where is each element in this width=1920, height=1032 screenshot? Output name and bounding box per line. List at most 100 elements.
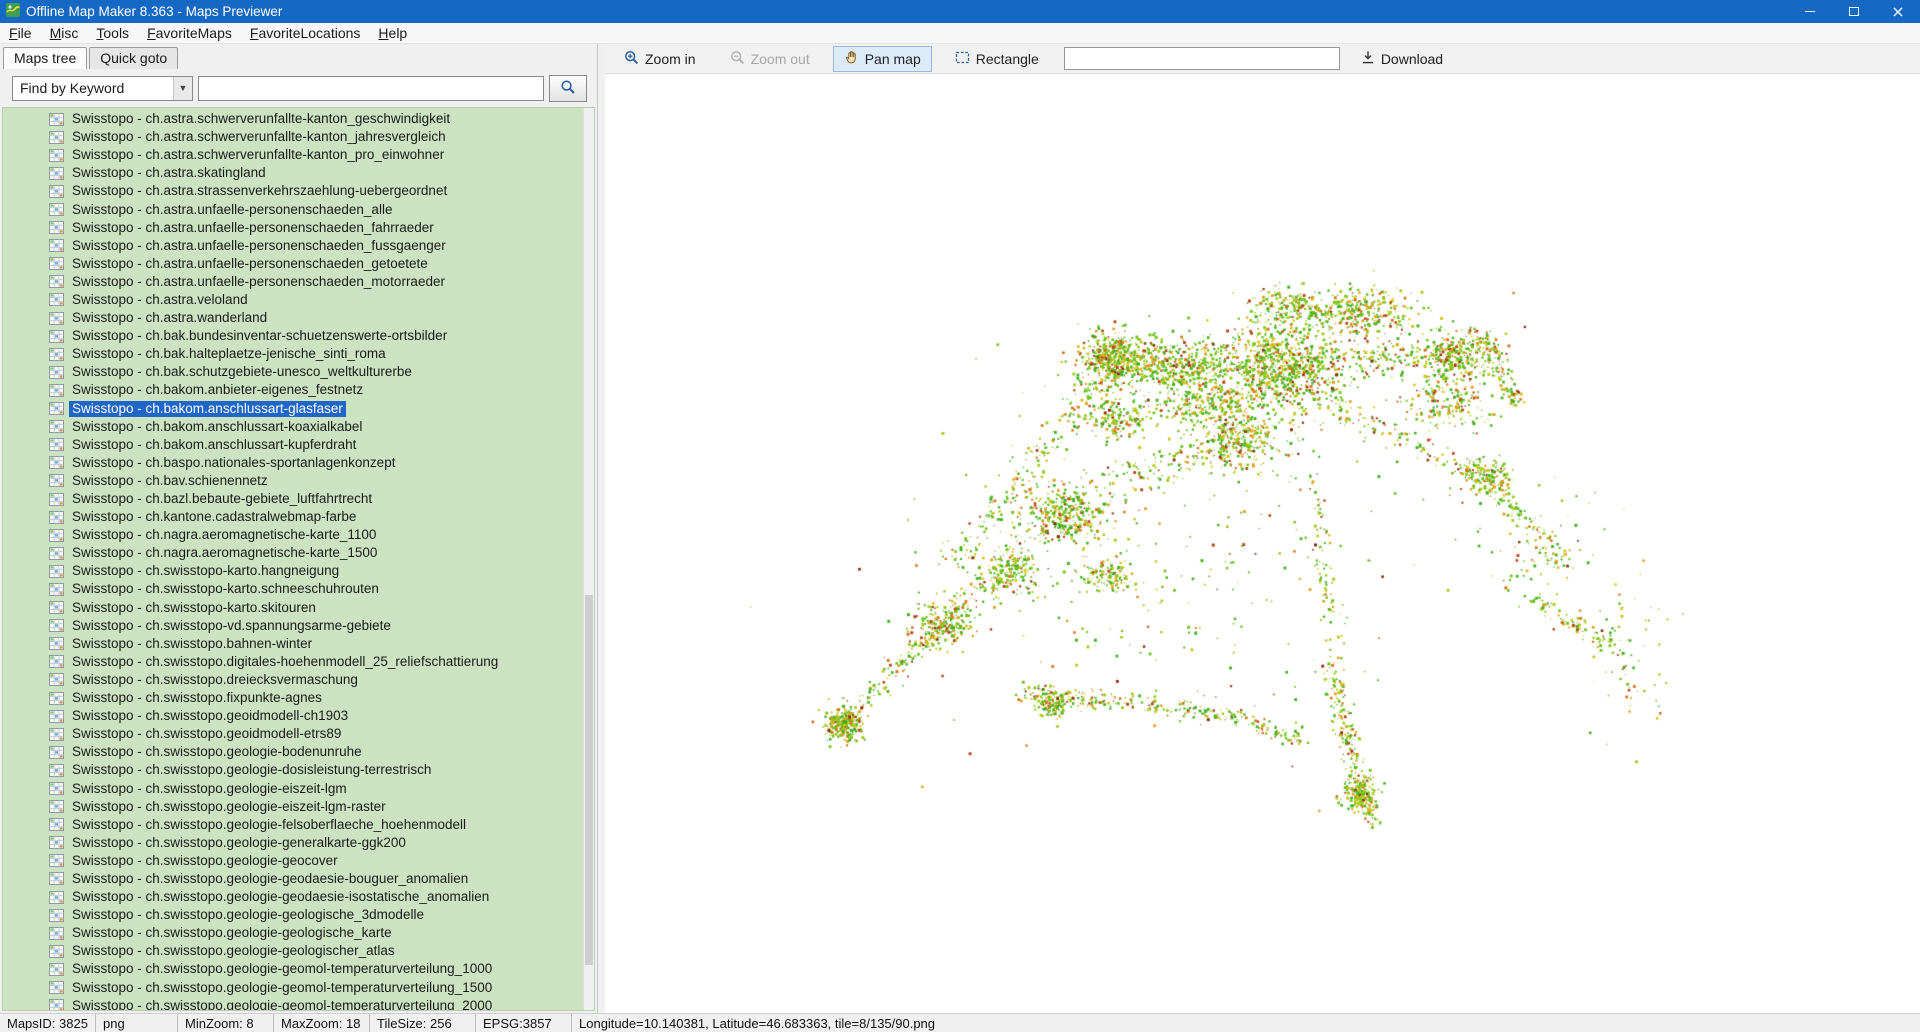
tree-item[interactable]: Swisstopo - ch.swisstopo-vd.spannungsarm… xyxy=(3,617,583,635)
tree-item[interactable]: Swisstopo - ch.swisstopo.geologie-felsob… xyxy=(3,816,583,834)
tree-item[interactable]: Swisstopo - ch.swisstopo.geologie-eiszei… xyxy=(3,779,583,797)
tree-item[interactable]: Swisstopo - ch.astra.wanderland xyxy=(3,309,583,327)
tree-item[interactable]: Swisstopo - ch.swisstopo-karto.skitouren xyxy=(3,599,583,617)
tree-item[interactable]: Swisstopo - ch.swisstopo.geoidmodell-etr… xyxy=(3,725,583,743)
right-panel: Zoom in Zoom out Pan map Rectangle Downl… xyxy=(605,44,1920,1013)
search-button[interactable] xyxy=(549,74,587,102)
tree-item[interactable]: Swisstopo - ch.swisstopo.geologie-geomol… xyxy=(3,979,583,997)
tree-item[interactable]: Swisstopo - ch.astra.unfaelle-personensc… xyxy=(3,200,583,218)
tree-item[interactable]: Swisstopo - ch.nagra.aeromagnetische-kar… xyxy=(3,544,583,562)
left-panel: Maps tree Quick goto Find by Keyword ▼ S… xyxy=(0,44,597,1013)
tree-item[interactable]: Swisstopo - ch.astra.schwerverunfallte-k… xyxy=(3,128,583,146)
tree-item-label: Swisstopo - ch.bakom.anschlussart-koaxia… xyxy=(72,418,363,434)
tree-item[interactable]: Swisstopo - ch.kantone.cadastralwebmap-f… xyxy=(3,508,583,526)
zoom-in-button[interactable]: Zoom in xyxy=(613,46,707,72)
tree-item[interactable]: Swisstopo - ch.astra.skatingland xyxy=(3,164,583,182)
map-layer-icon xyxy=(49,944,64,958)
tree-item[interactable]: Swisstopo - ch.swisstopo.geologie-geomol… xyxy=(3,997,583,1010)
tree-item[interactable]: Swisstopo - ch.bakom.anschlussart-koaxia… xyxy=(3,418,583,436)
tree-item[interactable]: Swisstopo - ch.swisstopo.fixpunkte-agnes xyxy=(3,689,583,707)
tree-item[interactable]: Swisstopo - ch.swisstopo-karto.hangneigu… xyxy=(3,562,583,580)
tree-item[interactable]: Swisstopo - ch.swisstopo.geologie-genera… xyxy=(3,834,583,852)
search-input[interactable] xyxy=(198,75,544,101)
menu-item[interactable]: Help xyxy=(369,23,416,43)
map-layer-icon xyxy=(49,492,64,506)
map-viewport[interactable] xyxy=(605,74,1920,1013)
tree-item-label: Swisstopo - ch.swisstopo.geologie-geodae… xyxy=(72,889,490,905)
tree-item-label: Swisstopo - ch.swisstopo.geologie-geomol… xyxy=(72,997,493,1010)
tree-item[interactable]: Swisstopo - ch.nagra.aeromagnetische-kar… xyxy=(3,526,583,544)
toolbar-text-input[interactable] xyxy=(1063,47,1340,70)
tree-item[interactable]: Swisstopo - ch.astra.unfaelle-personensc… xyxy=(3,219,583,237)
close-button[interactable]: × xyxy=(1876,0,1920,23)
menu-item[interactable]: FavoriteLocations xyxy=(241,23,370,43)
tree-item[interactable]: Swisstopo - ch.bazl.bebaute-gebiete_luft… xyxy=(3,490,583,508)
tree-item[interactable]: Swisstopo - ch.swisstopo.geologie-eiszei… xyxy=(3,798,583,816)
panel-tabs: Maps tree Quick goto xyxy=(0,44,597,69)
pan-hand-icon xyxy=(844,50,859,68)
tree-item[interactable]: Swisstopo - ch.astra.schwerverunfallte-k… xyxy=(3,146,583,164)
tree-item[interactable]: Swisstopo - ch.astra.strassenverkehrszae… xyxy=(3,182,583,200)
menu-item[interactable]: Misc xyxy=(41,23,88,43)
tree-item[interactable]: Swisstopo - ch.swisstopo.geoidmodell-ch1… xyxy=(3,707,583,725)
tree-item[interactable]: Swisstopo - ch.swisstopo.geologie-geolog… xyxy=(3,942,583,960)
tree-item[interactable]: Swisstopo - ch.swisstopo.bahnen-winter xyxy=(3,635,583,653)
maximize-button[interactable] xyxy=(1832,0,1876,23)
tree-item-label: Swisstopo - ch.swisstopo.bahnen-winter xyxy=(72,635,313,651)
zoom-out-button[interactable]: Zoom out xyxy=(719,46,821,72)
tree-item[interactable]: Swisstopo - ch.swisstopo.geologie-geodae… xyxy=(3,870,583,888)
status-max-zoom: MaxZoom: 18 xyxy=(274,1014,370,1032)
panel-splitter[interactable] xyxy=(597,44,605,1013)
tree-item-label: Swisstopo - ch.swisstopo-vd.spannungsarm… xyxy=(72,617,391,633)
tree-item[interactable]: Swisstopo - ch.bakom.anbieter-eigenes_fe… xyxy=(3,381,583,399)
tree-item[interactable]: Swisstopo - ch.swisstopo.geologie-geodae… xyxy=(3,888,583,906)
tree-item[interactable]: Swisstopo - ch.swisstopo.dreiecksvermasc… xyxy=(3,671,583,689)
tree-item[interactable]: Swisstopo - ch.swisstopo.geologie-dosisl… xyxy=(3,761,583,779)
tree-item-label: Swisstopo - ch.astra.unfaelle-personensc… xyxy=(72,219,434,235)
tree-item[interactable]: Swisstopo - ch.astra.schwerverunfallte-k… xyxy=(3,110,583,128)
tree-item[interactable]: Swisstopo - ch.astra.unfaelle-personensc… xyxy=(3,273,583,291)
tree-item[interactable]: Swisstopo - ch.swisstopo.geologie-bodenu… xyxy=(3,743,583,761)
find-mode-select[interactable]: Find by Keyword ▼ xyxy=(12,75,193,101)
window-title: Offline Map Maker 8.363 - Maps Previewer xyxy=(26,4,283,19)
tree-scrollbar[interactable] xyxy=(583,108,594,1010)
tree-item[interactable]: Swisstopo - ch.astra.unfaelle-personensc… xyxy=(3,237,583,255)
map-layer-icon xyxy=(49,166,64,180)
rectangle-select-button[interactable]: Rectangle xyxy=(944,47,1050,71)
tree-item[interactable]: Swisstopo - ch.swisstopo-karto.schneesch… xyxy=(3,580,583,598)
tree-item[interactable]: Swisstopo - ch.swisstopo.digitales-hoehe… xyxy=(3,653,583,671)
tree-item[interactable]: Swisstopo - ch.bakom.anschlussart-kupfer… xyxy=(3,436,583,454)
tree-item[interactable]: Swisstopo - ch.bakom.anschlussart-glasfa… xyxy=(3,400,583,418)
map-layer-icon xyxy=(49,601,64,615)
tree-item[interactable]: Swisstopo - ch.bak.halteplaetze-jenische… xyxy=(3,345,583,363)
map-layer-icon xyxy=(49,564,64,578)
map-layer-icon xyxy=(49,365,64,379)
tab-maps-tree[interactable]: Maps tree xyxy=(3,47,88,69)
switzerland-dot-map-canvas[interactable] xyxy=(605,74,1920,1013)
close-icon: × xyxy=(1891,1,1905,21)
tree-item[interactable]: Swisstopo - ch.astra.veloland xyxy=(3,291,583,309)
tab-quick-goto[interactable]: Quick goto xyxy=(89,47,179,69)
tree-item[interactable]: Swisstopo - ch.swisstopo.geologie-geolog… xyxy=(3,924,583,942)
download-button[interactable]: Download xyxy=(1350,46,1454,71)
tree-item[interactable]: Swisstopo - ch.bak.schutzgebiete-unesco_… xyxy=(3,363,583,381)
tree-item[interactable]: Swisstopo - ch.swisstopo.geologie-geocov… xyxy=(3,852,583,870)
tree-item[interactable]: Swisstopo - ch.swisstopo.geologie-geolog… xyxy=(3,906,583,924)
tree-item[interactable]: Swisstopo - ch.swisstopo.geologie-geomol… xyxy=(3,960,583,978)
menu-item[interactable]: File xyxy=(0,23,41,43)
tree-item[interactable]: Swisstopo - ch.astra.unfaelle-personensc… xyxy=(3,255,583,273)
map-layer-icon xyxy=(49,438,64,452)
map-layer-icon xyxy=(49,293,64,307)
menu-item[interactable]: Tools xyxy=(87,23,138,43)
tree-item-label: Swisstopo - ch.astra.wanderland xyxy=(72,310,268,326)
tree-item[interactable]: Swisstopo - ch.bav.schienennetz xyxy=(3,472,583,490)
menu-item[interactable]: FavoriteMaps xyxy=(138,23,241,43)
tree-item-label: Swisstopo - ch.swisstopo.digitales-hoehe… xyxy=(72,653,499,669)
map-layer-icon xyxy=(49,854,64,868)
map-layer-icon xyxy=(49,836,64,850)
tree-item[interactable]: Swisstopo - ch.bak.bundesinventar-schuet… xyxy=(3,327,583,345)
pan-map-button[interactable]: Pan map xyxy=(832,45,932,72)
tree-scrollbar-thumb[interactable] xyxy=(585,595,593,965)
tree-item[interactable]: Swisstopo - ch.baspo.nationales-sportanl… xyxy=(3,454,583,472)
minimize-button[interactable] xyxy=(1788,0,1832,23)
